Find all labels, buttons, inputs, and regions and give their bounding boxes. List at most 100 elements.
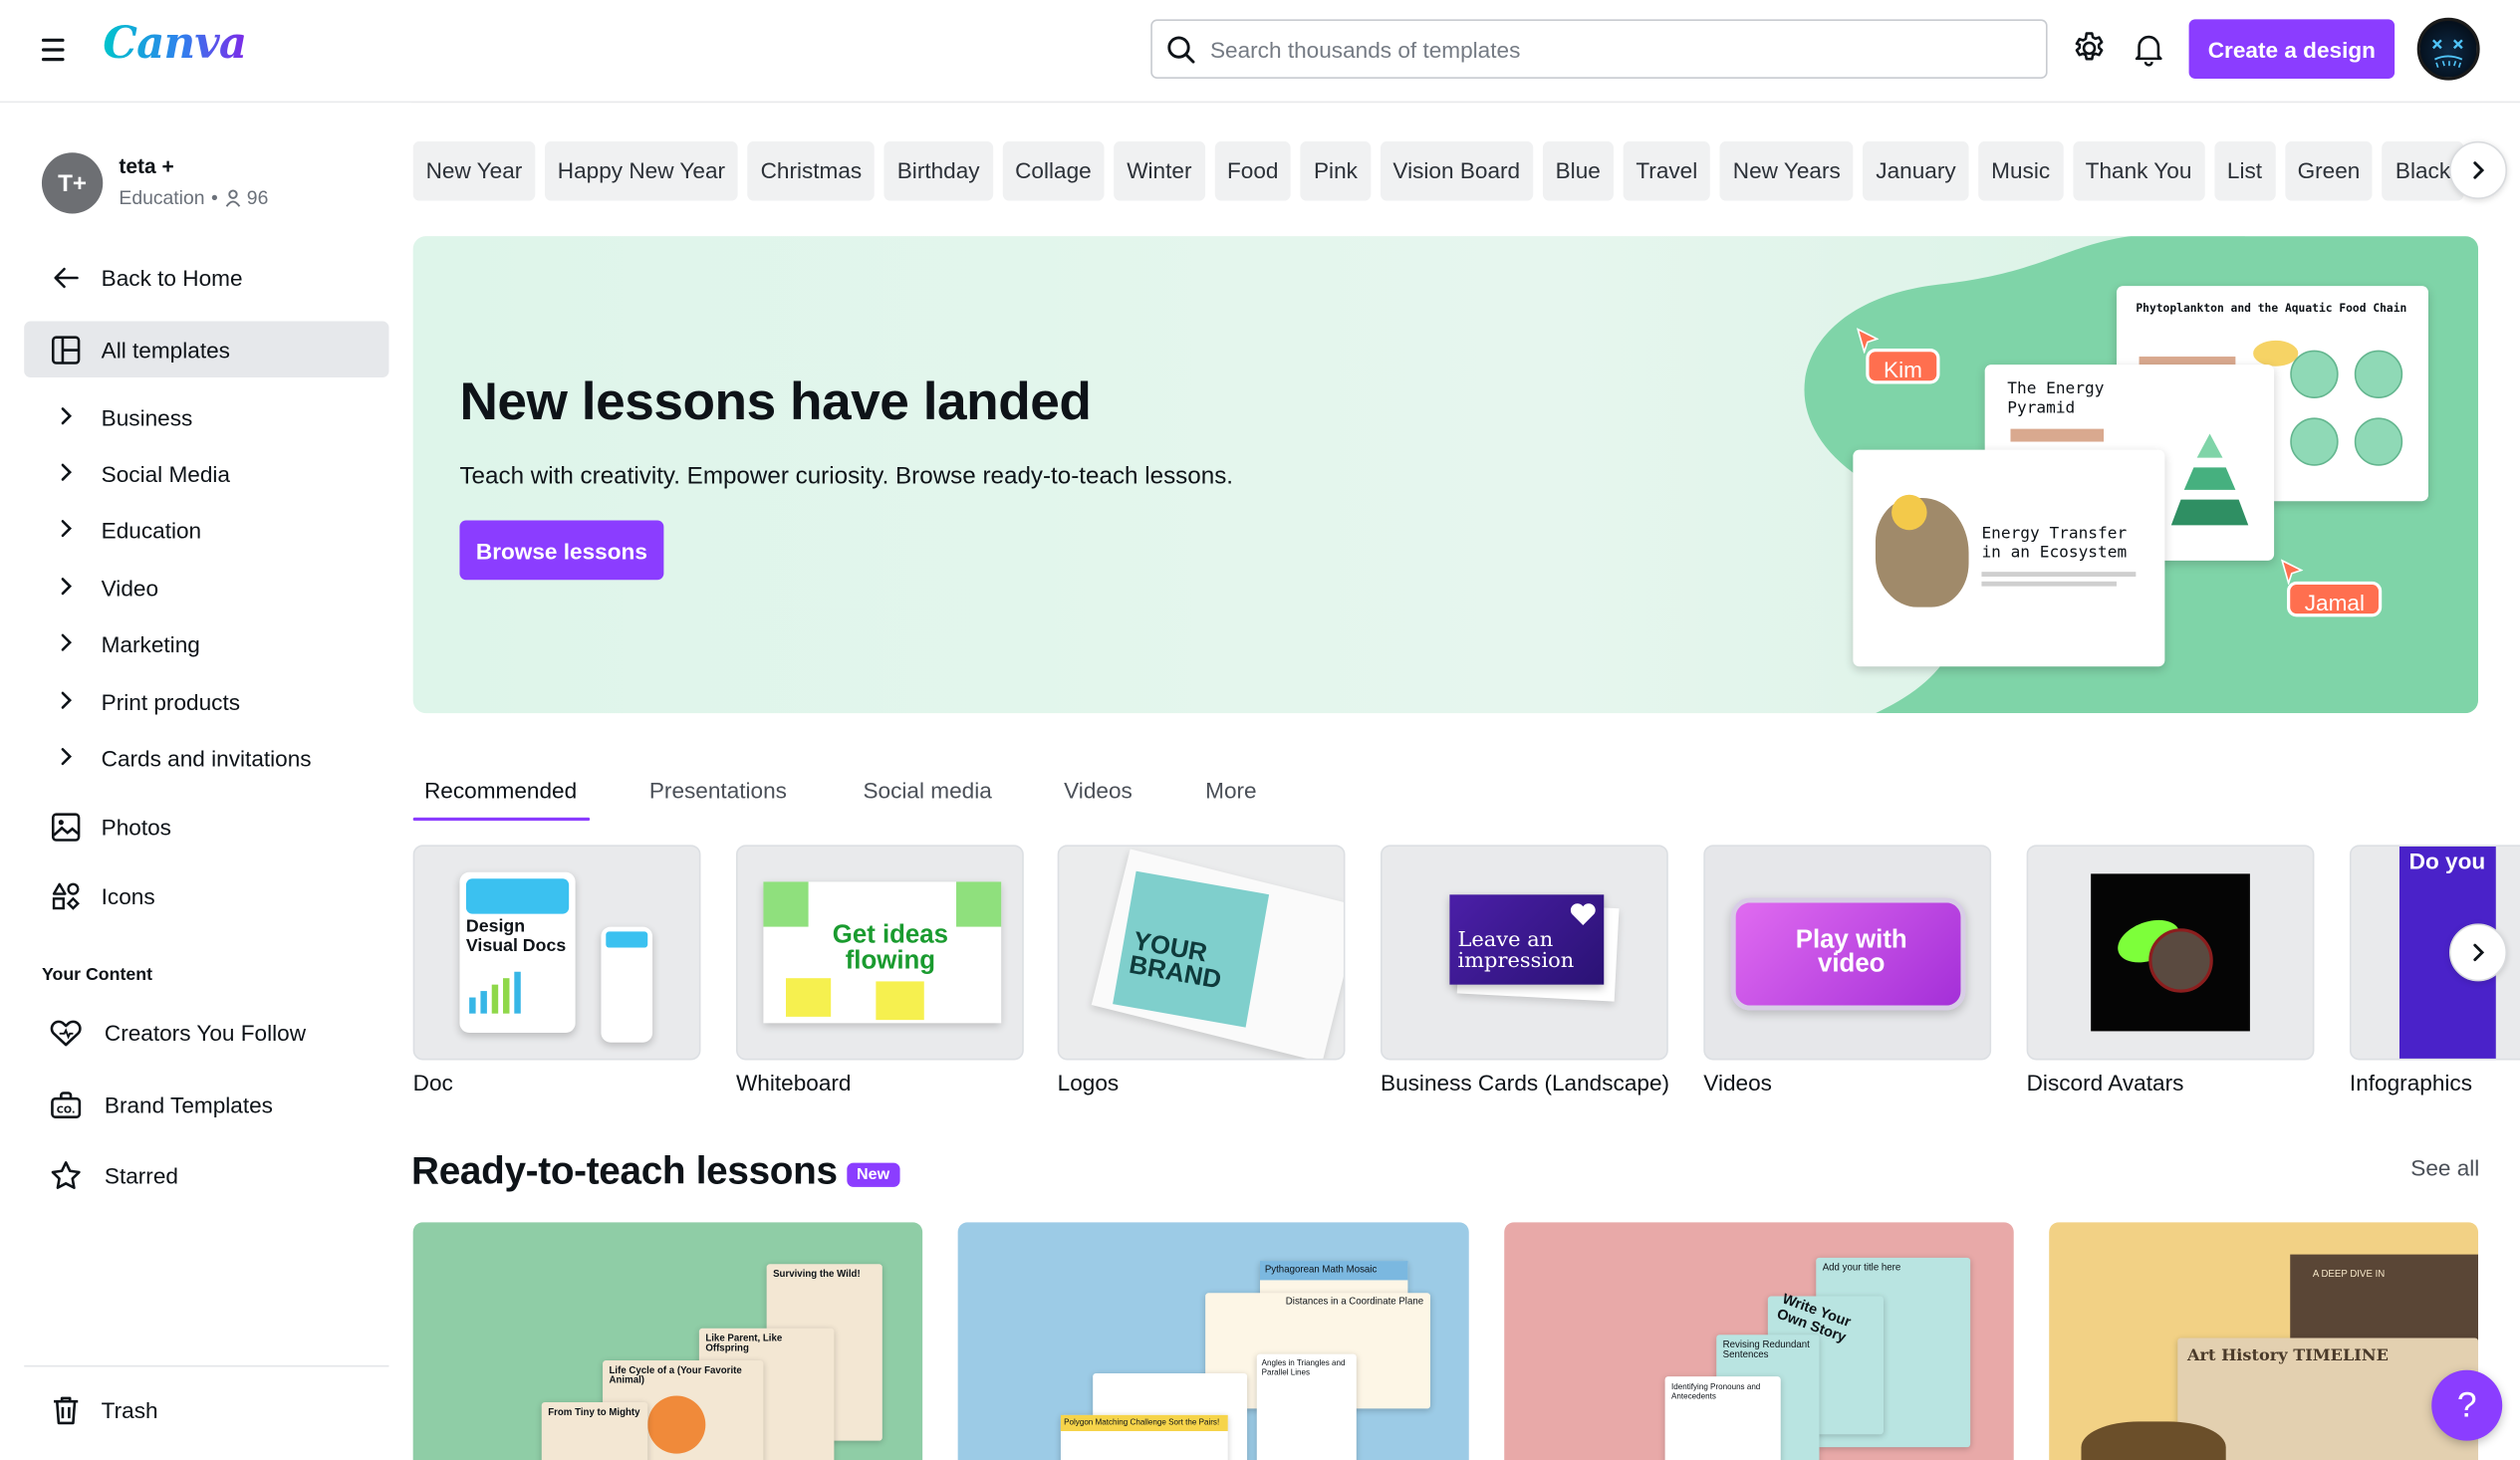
- sidebar-item-video[interactable]: Video: [24, 559, 388, 614]
- team-members: 96: [246, 186, 269, 209]
- lesson-card-biology[interactable]: Surviving the Wild! Like Parent, Like Of…: [412, 1222, 923, 1460]
- lesson-card-art-history[interactable]: A DEEP DIVE IN Art History TIMELINE: [2049, 1222, 2479, 1460]
- search-suggestion-chips: New Year Happy New Year Christmas Birthday C…: [412, 140, 2478, 201]
- lesson-card-math[interactable]: Pythagorean Math Mosaic Distances in a C…: [957, 1222, 1469, 1460]
- chip[interactable]: Christmas: [747, 140, 876, 201]
- canva-logo[interactable]: Canva: [103, 19, 247, 69]
- lesson-slide-title: Life Cycle of a (Your Favorite Animal): [609, 1366, 742, 1386]
- bubble: [2290, 350, 2339, 398]
- slide-title: Energy Transfer in an Ecosystem: [1981, 525, 2128, 563]
- tab-recommended[interactable]: Recommended: [424, 778, 577, 804]
- tab-presentations[interactable]: Presentations: [649, 778, 787, 804]
- tab-videos[interactable]: Videos: [1064, 778, 1133, 804]
- menu-icon[interactable]: [35, 32, 70, 67]
- chip[interactable]: Thank You: [2072, 140, 2205, 201]
- sidebar-item-social-media[interactable]: Social Media: [24, 445, 388, 501]
- search-input[interactable]: [1209, 20, 2030, 78]
- whiteboard-thumb-text: Get ideas flowing: [832, 921, 948, 975]
- sidebar-item-education[interactable]: Education: [24, 501, 388, 557]
- category-label: Video: [101, 574, 159, 601]
- card-label: Discord Avatars: [2026, 1070, 2184, 1095]
- lesson-slide-title: Polygon Matching Challenge Sort the Pair…: [1060, 1414, 1228, 1432]
- chip[interactable]: List: [2213, 140, 2275, 201]
- create-design-button[interactable]: Create a design: [2188, 19, 2395, 80]
- chip[interactable]: Happy New Year: [544, 140, 738, 201]
- design-type-card-logos[interactable]: YOUR BRAND Logos: [1057, 845, 1346, 1095]
- design-type-card-business-cards[interactable]: Leave an impression Business Cards (Land…: [1380, 845, 1669, 1095]
- chip[interactable]: Food: [1214, 140, 1292, 201]
- card-front: Leave an impression: [1449, 894, 1605, 985]
- chip[interactable]: New Year: [412, 140, 536, 201]
- chips-next-button[interactable]: [2448, 140, 2508, 199]
- lesson-slide-title: Identifying Pronouns and Antecedents: [1671, 1382, 1761, 1402]
- back-to-home[interactable]: Back to Home: [24, 249, 388, 305]
- cards-next-button[interactable]: [2448, 923, 2508, 982]
- sidebar-item-creators[interactable]: Creators You Follow: [24, 1004, 388, 1060]
- dot-separator: •: [210, 186, 218, 209]
- card-label: Doc: [412, 1070, 453, 1095]
- see-all-link[interactable]: See all: [2410, 1155, 2479, 1181]
- chip[interactable]: Music: [1978, 140, 2064, 201]
- chip[interactable]: Vision Board: [1380, 140, 1534, 201]
- sidebar-divider: [24, 1364, 389, 1367]
- lesson-slide-title: Surviving the Wild!: [773, 1270, 861, 1281]
- team-name[interactable]: teta +: [119, 154, 173, 178]
- sidebar-item-business[interactable]: Business: [24, 388, 388, 444]
- doc-phone-page: [601, 926, 653, 1043]
- sidebar-item-all-templates[interactable]: All templates: [24, 321, 389, 378]
- sidebar-item-starred[interactable]: Starred: [24, 1147, 388, 1203]
- design-type-card-whiteboard[interactable]: Get ideas flowing Whiteboard: [735, 845, 1024, 1095]
- bubble: [2354, 417, 2403, 466]
- lesson-card-writing[interactable]: Add your title here Write Your Own Story…: [1504, 1222, 2014, 1460]
- lesson-slide-title: Pythagorean Math Mosaic: [1259, 1261, 1408, 1281]
- category-label: Print products: [101, 688, 241, 714]
- sidebar-item-cards-and-invitations[interactable]: Cards and invitations: [24, 729, 388, 785]
- chip[interactable]: Collage: [1002, 140, 1105, 201]
- logo-square: YOUR BRAND: [1113, 870, 1270, 1028]
- bubble: [2354, 350, 2403, 398]
- chip[interactable]: Pink: [1301, 140, 1371, 201]
- chip[interactable]: New Years: [1719, 140, 1854, 201]
- search-bar[interactable]: [1150, 19, 2048, 80]
- lesson-slide: From Tiny to Mighty: [541, 1401, 648, 1460]
- chip[interactable]: Travel: [1623, 140, 1711, 201]
- tab-more[interactable]: More: [1205, 778, 1256, 804]
- chip[interactable]: Blue: [1542, 140, 1614, 201]
- chevron-right-icon: [2473, 161, 2485, 179]
- sidebar-item-photos[interactable]: Photos: [24, 799, 388, 854]
- design-type-card-videos[interactable]: Play with video Videos: [1703, 845, 1992, 1095]
- sidebar-item-brand-templates[interactable]: CO. Brand Templates: [24, 1077, 388, 1132]
- lesson-slide-title: From Tiny to Mighty: [548, 1408, 640, 1419]
- card-thumbnail: Design Visual Docs: [412, 845, 701, 1061]
- help-button[interactable]: ?: [2431, 1369, 2503, 1441]
- card-thumbnail: Leave an impression: [1380, 845, 1668, 1061]
- chip[interactable]: Birthday: [883, 140, 993, 201]
- card-thumbnail: YOUR BRAND: [1057, 845, 1346, 1061]
- arrow-left-icon: [50, 262, 82, 294]
- chip[interactable]: January: [1863, 140, 1969, 201]
- person-icon: [225, 188, 240, 207]
- chip[interactable]: Green: [2284, 140, 2374, 201]
- sidebar-item-marketing[interactable]: Marketing: [24, 615, 388, 671]
- slide-title: Phytoplankton and the Aquatic Food Chain: [2136, 302, 2407, 316]
- tab-social-media[interactable]: Social media: [863, 778, 991, 804]
- sidebar-item-icons[interactable]: Icons: [24, 867, 388, 923]
- logos-thumb-text: YOUR BRAND: [1127, 927, 1223, 995]
- chip[interactable]: Winter: [1114, 140, 1205, 201]
- active-tab-indicator: [412, 817, 591, 822]
- chevron-right-icon: [61, 578, 73, 596]
- user-avatar[interactable]: [2416, 17, 2480, 81]
- design-type-card-doc[interactable]: Design Visual Docs Doc: [412, 845, 701, 1095]
- chevron-right-icon: [61, 463, 73, 481]
- sidebar-item-trash[interactable]: Trash: [24, 1381, 388, 1437]
- gear-icon[interactable]: [2070, 29, 2109, 68]
- bell-icon[interactable]: [2130, 29, 2168, 68]
- card-label: Logos: [1057, 1070, 1120, 1095]
- browse-lessons-button[interactable]: Browse lessons: [459, 520, 664, 581]
- design-type-card-discord-avatars[interactable]: Discord Avatars: [2026, 845, 2315, 1095]
- pyramid-illustration: [2170, 433, 2249, 526]
- collaborator-tag-jamal: Jamal: [2287, 581, 2383, 617]
- sidebar-item-print-products[interactable]: Print products: [24, 673, 388, 729]
- lesson-slide-title: Art History TIMELINE: [2186, 1347, 2389, 1365]
- team-avatar[interactable]: T+: [41, 152, 104, 214]
